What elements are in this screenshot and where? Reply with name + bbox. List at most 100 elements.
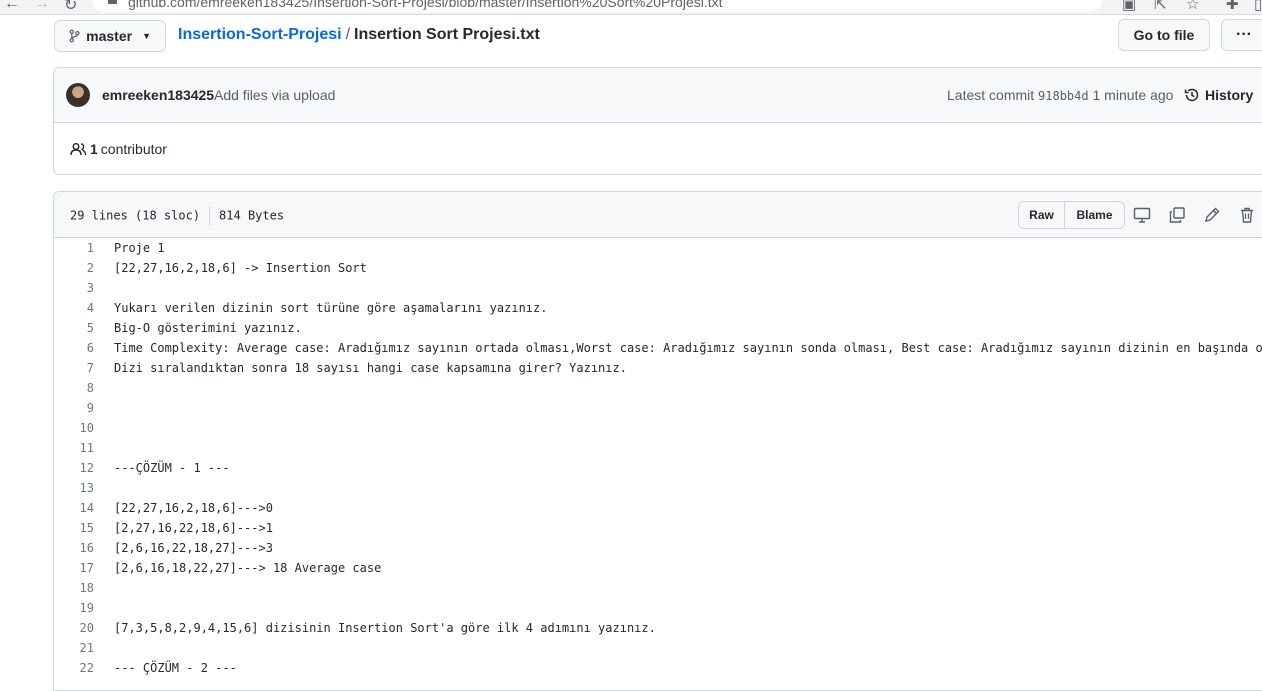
line-number[interactable]: 10 (54, 418, 94, 438)
code-line: 22 --- ÇÖZÜM - 2 --- (54, 658, 1262, 678)
line-number[interactable]: 13 (54, 478, 94, 498)
breadcrumb-separator: / (345, 26, 351, 43)
extensions-icon[interactable]: ✚ (1226, 0, 1239, 13)
line-content: [2,6,16,18,22,27]---> 18 Average case (114, 561, 382, 575)
code-line: 11 (54, 438, 1262, 458)
bookmark-star-icon[interactable]: ☆ (1186, 0, 1199, 13)
history-link[interactable]: History (1184, 87, 1253, 103)
code-lines: 1 Proje 1 2 [22,27,16,2,18,6] -> Insertion … (54, 238, 1262, 678)
line-number[interactable]: 1 (54, 238, 94, 258)
code-line: 3 (54, 278, 1262, 298)
file-viewer: 29 lines (18 sloc) 814 Bytes Raw Blame 1 P… (53, 191, 1262, 691)
line-number[interactable]: 7 (54, 358, 94, 378)
line-content: [22,27,16,2,18,6] -> Insertion Sort (114, 261, 367, 275)
commit-sha[interactable]: 918bb4d (1038, 89, 1089, 103)
line-number[interactable]: 4 (54, 298, 94, 318)
line-number[interactable]: 3 (54, 278, 94, 298)
code-line: 17 [2,6,16,18,22,27]---> 18 Average case (54, 558, 1262, 578)
line-content: [2,6,16,22,18,27]--->3 (114, 541, 273, 555)
commit-author[interactable]: emreeken183425 (102, 87, 214, 103)
line-number[interactable]: 12 (54, 458, 94, 478)
more-options-button[interactable]: ··· (1221, 19, 1262, 51)
code-line: 13 (54, 478, 1262, 498)
breadcrumb: Insertion-Sort-Projesi / Insertion Sort Pr… (178, 26, 540, 44)
copy-icon[interactable] (1168, 206, 1186, 224)
trash-icon[interactable] (1238, 206, 1256, 224)
code-line: 2 [22,27,16,2,18,6] -> Insertion Sort (54, 258, 1262, 278)
line-number[interactable]: 6 (54, 338, 94, 358)
code-line: 15 [2,27,16,22,18,6]--->1 (54, 518, 1262, 538)
code-line: 9 (54, 398, 1262, 418)
line-content: [7,3,5,8,2,9,4,15,6] dizisinin Insertion… (114, 621, 656, 635)
line-number[interactable]: 17 (54, 558, 94, 578)
lock-icon (108, 0, 117, 4)
reload-icon[interactable]: ↻ (64, 0, 77, 14)
code-line: 4 Yukarı verilen dizinin sort türüne göre… (54, 298, 1262, 318)
repo-link[interactable]: Insertion-Sort-Projesi (178, 26, 342, 43)
contributors-link[interactable]: 1 contributor (70, 141, 167, 157)
code-line: 1 Proje 1 (54, 238, 1262, 258)
latest-commit-label: Latest commit (947, 87, 1035, 103)
raw-blame-group: Raw Blame (1018, 201, 1125, 229)
code-line: 18 (54, 578, 1262, 598)
sidepanel-icon[interactable]: ▯ (1254, 0, 1262, 13)
line-number[interactable]: 19 (54, 598, 94, 618)
file-name: Insertion Sort Projesi.txt (354, 26, 540, 43)
code-line: 7 Dizi sıralandıktan sonra 18 sayısı hang… (54, 358, 1262, 378)
browser-toolbar: ← → ↻ github.com/emreeken183425/Insertio… (0, 0, 1262, 15)
line-content: ---ÇÖZÜM - 1 --- (114, 461, 230, 475)
line-number[interactable]: 2 (54, 258, 94, 278)
line-number[interactable]: 5 (54, 318, 94, 338)
code-line: 21 (54, 638, 1262, 658)
line-number[interactable]: 15 (54, 518, 94, 538)
line-number[interactable]: 8 (54, 378, 94, 398)
back-arrow-icon[interactable]: ← (4, 0, 20, 13)
file-info: 29 lines (18 sloc) 814 Bytes (70, 207, 284, 225)
raw-button[interactable]: Raw (1018, 201, 1065, 229)
latest-commit-bar: emreeken183425 Add files via upload Late… (54, 68, 1262, 123)
code-line: 16 [2,6,16,22,18,27]--->3 (54, 538, 1262, 558)
contributor-count: 1 (90, 141, 98, 157)
line-number[interactable]: 14 (54, 498, 94, 518)
code-line: 20 [7,3,5,8,2,9,4,15,6] dizisinin Inserti… (54, 618, 1262, 638)
git-branch-icon (69, 29, 80, 43)
code-line: 8 (54, 378, 1262, 398)
line-content: [2,27,16,22,18,6]--->1 (114, 521, 273, 535)
share-icon[interactable]: ⇱ (1154, 0, 1167, 13)
commit-box: emreeken183425 Add files via upload Late… (53, 67, 1262, 175)
line-count: 29 lines (18 sloc) (70, 208, 201, 223)
line-number[interactable]: 21 (54, 638, 94, 658)
people-icon (70, 143, 87, 156)
chevron-down-icon: ▼ (142, 31, 151, 41)
line-content: --- ÇÖZÜM - 2 --- (114, 661, 237, 675)
line-number[interactable]: 22 (54, 658, 94, 678)
contributor-label: contributor (100, 141, 167, 157)
line-number[interactable]: 18 (54, 578, 94, 598)
line-number[interactable]: 9 (54, 398, 94, 418)
history-label: History (1205, 87, 1254, 103)
go-to-file-button[interactable]: Go to file (1118, 19, 1210, 51)
url-text[interactable]: github.com/emreeken183425/Insertion-Sort… (128, 0, 723, 10)
line-number[interactable]: 11 (54, 438, 94, 458)
code-line: 6 Time Complexity: Average case: Aradığım… (54, 338, 1262, 358)
branch-select-button[interactable]: master ▼ (54, 20, 166, 52)
code-line: 10 (54, 418, 1262, 438)
pencil-icon[interactable] (1203, 206, 1221, 224)
commit-message[interactable]: Add files via upload (214, 87, 335, 103)
latest-commit-info: Latest commit 918bb4d 1 minute ago (947, 87, 1173, 103)
translate-icon[interactable]: ▣ (1122, 0, 1136, 13)
commit-time: 1 minute ago (1092, 87, 1174, 103)
line-number[interactable]: 16 (54, 538, 94, 558)
line-content: Dizi sıralandıktan sonra 18 sayısı hangi… (114, 361, 627, 375)
line-number[interactable]: 20 (54, 618, 94, 638)
avatar[interactable] (66, 83, 90, 107)
line-content: Time Complexity: Average case: Aradığımı… (114, 341, 1262, 355)
line-content: [22,27,16,2,18,6]--->0 (114, 501, 273, 515)
desktop-icon[interactable] (1133, 206, 1151, 224)
code-line: 12 ---ÇÖZÜM - 1 --- (54, 458, 1262, 478)
forward-arrow-icon[interactable]: → (34, 0, 50, 13)
file-header: 29 lines (18 sloc) 814 Bytes Raw Blame (54, 192, 1262, 238)
code-line: 19 (54, 598, 1262, 618)
blame-button[interactable]: Blame (1065, 201, 1125, 229)
divider (209, 207, 211, 225)
